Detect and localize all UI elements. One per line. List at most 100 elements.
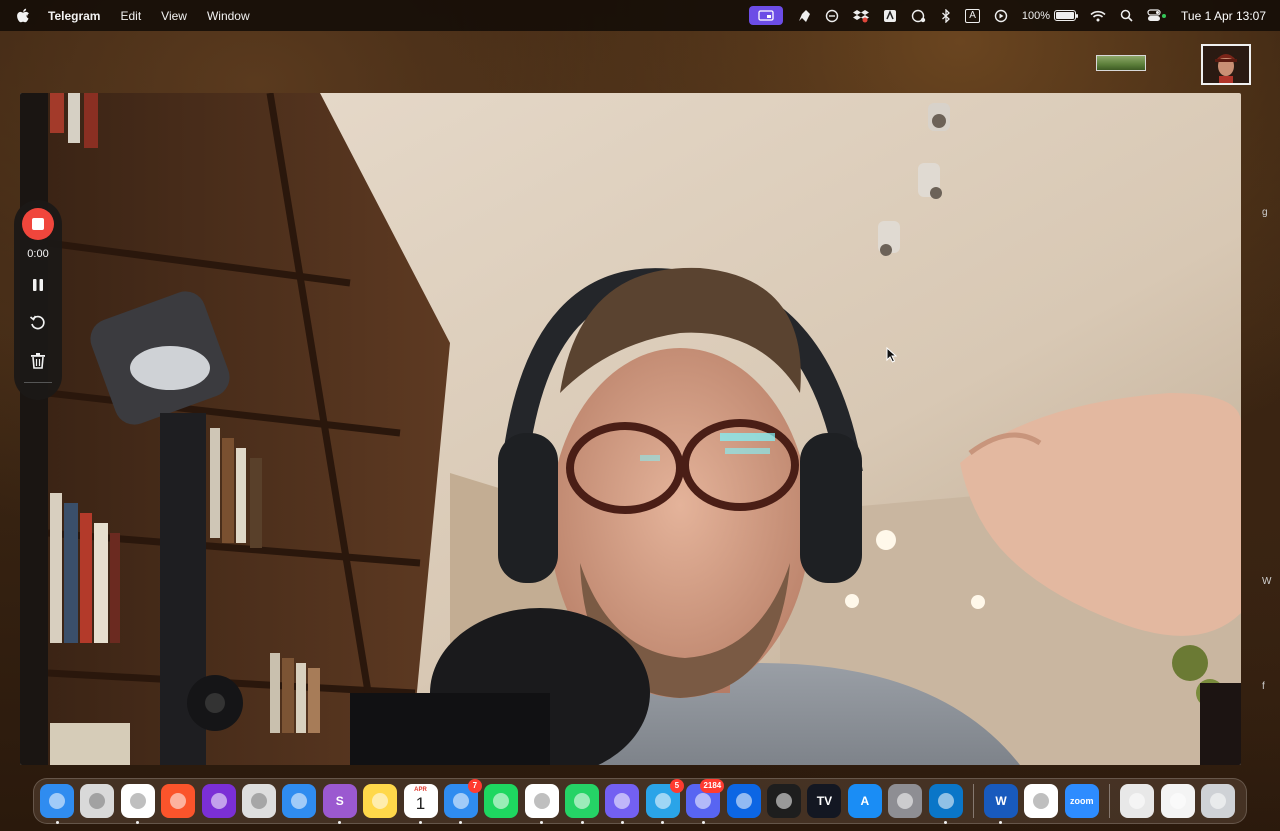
running-indicator (999, 821, 1003, 824)
peek-letter: g (1262, 207, 1268, 218)
recording-toolbar: 0:00 (14, 200, 62, 400)
dropbox-icon[interactable] (853, 9, 870, 23)
pause-button[interactable] (26, 272, 50, 298)
slack-icon (533, 793, 550, 809)
dock-separator (972, 784, 974, 818)
running-indicator (459, 821, 463, 824)
dock-app-trash[interactable] (1200, 784, 1235, 818)
setapp-icon: S (335, 794, 344, 808)
dock-app-calendar[interactable]: APR 1 (403, 784, 438, 824)
cloud-sync-icon[interactable] (911, 9, 927, 23)
self-view-thumbnail[interactable] (1201, 44, 1251, 85)
brave-icon (170, 793, 187, 809)
stop-icon (32, 218, 44, 230)
dock-app-brave[interactable] (161, 784, 196, 818)
stop-recording-button[interactable] (22, 208, 54, 240)
figma-icon (776, 793, 793, 809)
running-indicator (701, 821, 705, 824)
delete-recording-button[interactable] (26, 348, 50, 374)
dock-app-document-stack[interactable] (1120, 784, 1155, 818)
screen-share-icon[interactable] (749, 6, 784, 25)
running-indicator (661, 821, 665, 824)
bluetooth-icon[interactable] (941, 8, 951, 23)
running-indicator (620, 821, 624, 824)
pause-icon (33, 279, 43, 291)
running-indicator (338, 821, 342, 824)
launchpad-icon (89, 793, 106, 809)
landscape-thumbnail[interactable] (1096, 55, 1146, 71)
spotlight-search-icon[interactable] (1120, 9, 1133, 22)
battery-status[interactable]: 100% (1022, 10, 1079, 22)
notification-badge: 5 (669, 779, 684, 793)
dock-separator (1109, 784, 1111, 818)
discord-icon (695, 793, 712, 809)
spotify-icon (493, 793, 510, 809)
dock-app-perplexity[interactable] (1024, 784, 1059, 818)
document-stack-icon (1129, 793, 1146, 809)
finder-icon (49, 793, 65, 809)
zoom-icon: zoom (1070, 796, 1094, 806)
video-call-view[interactable] (20, 93, 1241, 765)
wifi-icon[interactable] (1090, 10, 1106, 22)
control-center-icon[interactable] (1147, 9, 1167, 22)
notification-badge: 7 (467, 779, 482, 793)
notification-badge: 2184 (700, 779, 725, 793)
dock-app-telegram[interactable]: 5 (645, 779, 684, 824)
menu-window[interactable]: Window (207, 9, 250, 23)
menu-app-name[interactable]: Telegram (48, 9, 100, 23)
dock-app-word[interactable]: W (983, 784, 1018, 824)
dock-app-zoom[interactable]: zoom (1064, 784, 1099, 818)
menu-clock[interactable]: Tue 1 Apr 13:07 (1181, 9, 1266, 23)
dock-app-setapp[interactable]: S (322, 784, 357, 824)
pen-tool-icon[interactable] (797, 9, 811, 23)
chrome-icon (129, 793, 146, 809)
do-not-disturb-icon[interactable] (825, 9, 839, 23)
system-settings-icon (897, 793, 914, 809)
dock-app-discord[interactable]: 2184 (686, 779, 725, 824)
word-icon: W (995, 794, 1007, 808)
dock-app-vs-code[interactable] (928, 784, 963, 824)
tradingview-icon: TV (816, 794, 833, 808)
dock-app-viber[interactable] (605, 784, 640, 824)
trash-icon (31, 353, 45, 369)
running-indicator (944, 821, 948, 824)
dock-app-figma[interactable] (767, 784, 802, 818)
affinity-menu-icon[interactable] (883, 9, 897, 23)
dock-app-whatsapp[interactable] (565, 784, 600, 824)
menu-edit[interactable]: Edit (120, 9, 141, 23)
running-indicator (419, 821, 423, 824)
dock-app-firefox[interactable] (201, 784, 236, 818)
running-indicator (55, 821, 59, 824)
affinity-icon (250, 793, 267, 809)
menu-bar: Telegram Edit View Window A 100% Tue 1 A… (0, 0, 1280, 31)
dock-app-notes[interactable] (363, 784, 398, 818)
toolbar-divider (24, 382, 52, 383)
dock-app-chrome[interactable] (120, 784, 155, 824)
perplexity-icon (1033, 793, 1050, 809)
menu-view[interactable]: View (161, 9, 187, 23)
input-source-indicator[interactable]: A (965, 8, 980, 23)
dock-app-affinity[interactable] (241, 784, 276, 818)
dock-app-safari[interactable] (282, 784, 317, 818)
dock-app-slack[interactable] (524, 784, 559, 824)
apple-logo-icon[interactable] (16, 8, 32, 24)
dock-app-downloads-stack[interactable] (1160, 784, 1195, 818)
now-playing-icon[interactable] (994, 9, 1008, 23)
mouse-cursor-icon (886, 347, 897, 363)
dock-app-trello[interactable] (726, 784, 761, 818)
dock-app-launchpad[interactable] (80, 784, 115, 818)
dock-app-app-store[interactable]: A (847, 784, 882, 818)
vs-code-icon (937, 793, 954, 809)
dock-app-spotify[interactable] (484, 784, 519, 818)
viber-icon (614, 793, 631, 809)
dock-app-mail[interactable]: 7 (443, 779, 482, 824)
whatsapp-icon (574, 793, 591, 809)
battery-icon (1054, 10, 1079, 21)
downloads-stack-icon (1169, 793, 1186, 809)
dock-app-system-settings[interactable] (888, 784, 923, 818)
dock-app-finder[interactable] (40, 784, 74, 824)
mail-icon (452, 793, 469, 809)
video-frame-illustration (20, 93, 1241, 765)
restart-button[interactable] (26, 310, 50, 336)
dock-app-tradingview[interactable]: TV (807, 784, 842, 818)
